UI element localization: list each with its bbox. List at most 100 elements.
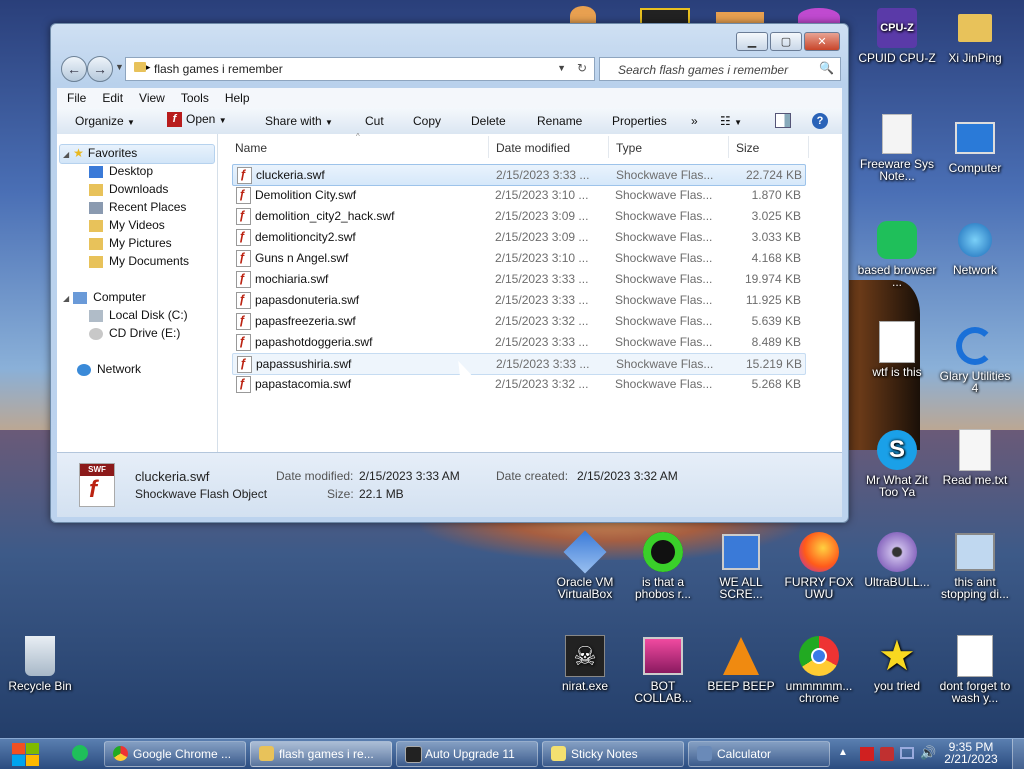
nav-my-videos[interactable]: My Videos [89,218,165,232]
column-date-modified[interactable]: Date modified [496,141,570,155]
menu-edit[interactable]: Edit [92,88,129,105]
desktop-icon-wtf-is-this[interactable]: wtf is this [857,321,937,378]
taskbar-item-explorer[interactable]: flash games i re... [250,741,392,767]
menu-view[interactable]: View [129,88,171,105]
refresh-button[interactable]: ↻ [571,57,593,79]
network-tray-icon[interactable] [900,747,914,759]
nav-cd-drive[interactable]: CD Drive (E:) [89,326,180,340]
file-row[interactable]: papastacomia.swf 2/15/2023 3:32 ... Shockw… [232,374,804,394]
file-row[interactable]: mochiaria.swf 2/15/2023 3:33 ... Shockwave… [232,269,804,289]
taskbar-item-chrome[interactable]: Google Chrome ... [104,741,246,767]
pinned-chat-icon[interactable] [72,745,88,761]
nav-network[interactable]: Network [77,362,141,376]
desktop-icon-we-all-scre[interactable]: WE ALL SCRE... [701,532,781,600]
preview-pane-button[interactable] [775,113,791,128]
nav-my-documents[interactable]: My Documents [89,254,189,268]
nav-recent-places[interactable]: Recent Places [89,200,186,214]
cut-button[interactable]: Cut [365,114,384,128]
file-row[interactable]: cluckeria.swf 2/15/2023 3:33 ... Shockwave… [232,164,806,186]
back-button[interactable]: ← [61,56,87,82]
file-row[interactable]: demolition_city2_hack.swf 2/15/2023 3:09 … [232,206,804,226]
show-desktop-button[interactable] [1012,739,1024,769]
desktop-icon-glary-utilities[interactable]: Glary Utilities 4 [935,326,1015,394]
rename-button[interactable]: Rename [537,114,582,128]
desktop-icon-phobos[interactable]: is that a phobos r... [623,532,703,600]
maximize-button[interactable]: ▢ [770,32,802,51]
desktop-icon-ultrabull[interactable]: UltraBULL... [857,532,937,588]
file-row[interactable]: demolitioncity2.swf 2/15/2023 3:09 ... Sho… [232,227,804,247]
clock[interactable]: 9:35 PM 2/21/2023 [940,741,1002,765]
show-hidden-icons-button[interactable]: ▲ [838,747,848,758]
search-box[interactable]: Search flash games i remember 🔍 [599,57,841,81]
security-icon[interactable] [880,747,894,761]
start-button[interactable] [10,741,42,767]
nav-my-pictures[interactable]: My Pictures [89,236,172,250]
column-separator[interactable] [808,136,809,158]
nav-local-disk[interactable]: Local Disk (C:) [89,308,188,322]
change-view-button[interactable]: ☷ ▼ [720,114,742,128]
desktop-icon-mr-what-zit[interactable]: S Mr What Zit Too Ya [857,430,937,498]
desktop-icon-cpuz[interactable]: CPU-Z CPUID CPU-Z [857,8,937,64]
desktop-icon-recycle-bin[interactable]: Recycle Bin [0,636,80,692]
menu-help[interactable]: Help [215,88,256,105]
menu-tools[interactable]: Tools [171,88,215,105]
column-separator[interactable] [488,136,489,158]
menu-file[interactable]: File [57,88,92,105]
desktop-icon-network[interactable]: Network [935,220,1015,276]
volume-icon[interactable]: 🔊 [920,745,936,761]
desktop-icon-read-me[interactable]: Read me.txt [935,429,1015,486]
desktop-icon-freeware-sys-note[interactable]: Freeware Sys Note... [857,114,937,182]
file-row[interactable]: Guns n Angel.swf 2/15/2023 3:10 ... Shockw… [232,248,804,268]
desktop-icon-you-tried[interactable]: ★ you tried [857,635,937,693]
close-button[interactable]: ✕ [804,32,840,51]
desktop-icon-bot-collab[interactable]: BOT COLLAB... [623,636,703,704]
file-row[interactable]: papasdonuteria.swf 2/15/2023 3:33 ... Shoc… [232,290,804,310]
explorer-window[interactable]: ▁ ▢ ✕ ← → ▼ ▸ flash games i remember ▼ ↻… [50,23,849,523]
recent-pages-dropdown[interactable]: ▼ [115,62,124,72]
desktop-icon-chrome[interactable]: ummmmm... chrome [779,636,859,704]
desktop-icon-computer[interactable]: Computer [935,118,1015,174]
address-dropdown-icon[interactable]: ▼ [557,63,566,73]
desktop-icon-dont-forget[interactable]: dont forget to wash y... [935,635,1015,704]
minimize-button[interactable]: ▁ [736,32,768,51]
forward-button[interactable]: → [87,56,113,82]
nav-downloads[interactable]: Downloads [89,182,168,196]
file-type: Shockwave Flas... [615,377,713,391]
copy-button[interactable]: Copy [413,114,441,128]
nav-desktop[interactable]: Desktop [89,164,153,178]
column-size[interactable]: Size [736,141,759,155]
file-row[interactable]: Demolition City.swf 2/15/2023 3:10 ... Sho… [232,185,804,205]
desktop-icon-virtualbox[interactable]: Oracle VM VirtualBox [545,530,625,600]
nav-computer[interactable]: ◢ Computer [63,290,146,304]
share-with-button[interactable]: Share with ▼ [265,114,333,128]
delete-button[interactable]: Delete [471,114,506,128]
taskbar-item-auto-upgrade[interactable]: Auto Upgrade 11 [396,741,538,767]
file-row[interactable]: papashotdoggeria.swf 2/15/2023 3:33 ... Sh… [232,332,804,352]
column-separator[interactable] [608,136,609,158]
swf-file-icon [236,229,251,246]
desktop-icon-nirat[interactable]: ☠ nirat.exe [545,635,625,692]
desktop-icon-beep-beep[interactable]: BEEP BEEP [701,636,781,692]
column-name[interactable]: Name [235,141,267,155]
organize-button[interactable]: Organize ▼ [75,114,135,128]
nav-favorites[interactable]: ◢ ★ Favorites [63,146,137,160]
more-commands-button[interactable]: » [691,114,698,128]
column-separator[interactable] [728,136,729,158]
flag-icon[interactable] [860,747,874,761]
desktop-icon-furry-fox[interactable]: FURRY FOX UWU [779,532,859,600]
taskbar-item-calculator[interactable]: Calculator [688,741,830,767]
file-row[interactable]: papassushiria.swf2/15/2023 3:33 ...Shock… [232,353,806,375]
desktop-icon-xi-jinping[interactable]: Xi JinPing [935,8,1015,64]
search-icon[interactable]: 🔍 [819,61,834,75]
clock-date: 2/21/2023 [944,752,998,766]
breadcrumb-current[interactable]: flash games i remember [154,62,283,76]
help-button[interactable]: ? [812,113,828,129]
desktop-icon-this-aint-stopping[interactable]: this aint stopping di... [935,532,1015,600]
properties-button[interactable]: Properties [612,114,667,128]
address-bar[interactable]: ▸ flash games i remember ▼ [125,57,595,81]
file-row[interactable]: papasfreezeria.swf 2/15/2023 3:32 ... Shoc… [232,311,804,331]
taskbar-item-sticky-notes[interactable]: Sticky Notes [542,741,684,767]
desktop-icon-based-browser[interactable]: based browser ... [857,220,937,288]
column-type[interactable]: Type [616,141,642,155]
open-button[interactable]: f Open ▼ [167,112,227,128]
